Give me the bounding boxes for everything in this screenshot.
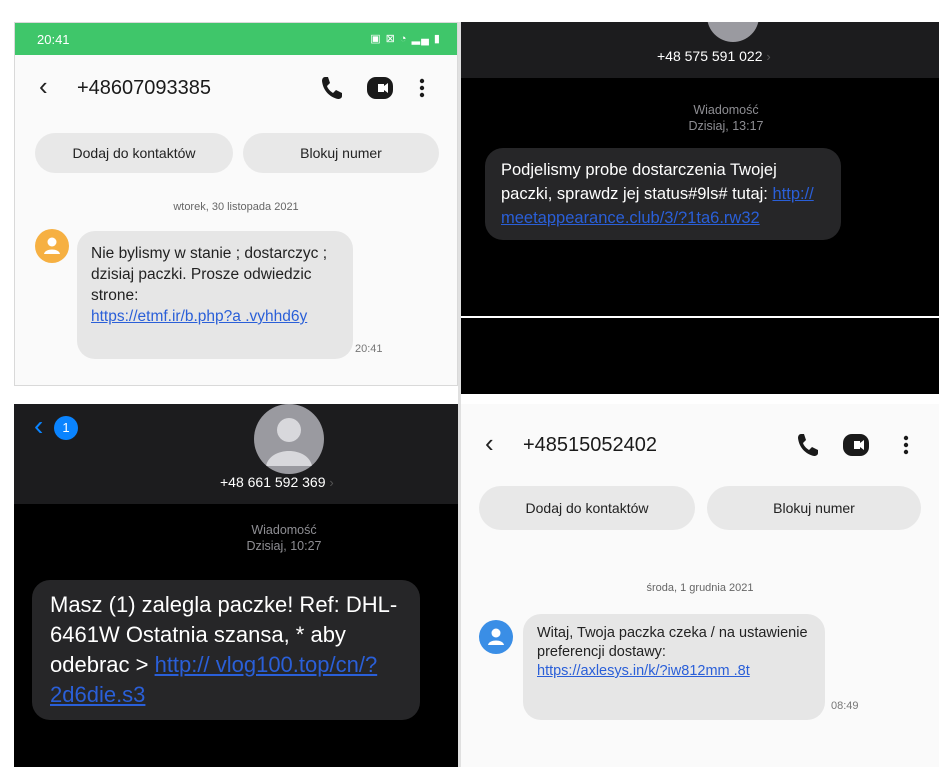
- conversation-header: +48 575 591 022 ›: [461, 22, 939, 78]
- conversation-header: ‹ 1 +48 661 592 369 ›: [14, 404, 458, 504]
- contact-number: +48515052402: [523, 434, 658, 456]
- conversation-header: ‹ +48515052402: [461, 426, 939, 466]
- phone-call-icon[interactable]: [319, 73, 345, 103]
- sender-avatar[interactable]: [35, 229, 69, 263]
- conversation-header: ‹ +48607093385: [15, 69, 457, 109]
- message-bubble[interactable]: Witaj, Twoja paczka czeka / na ustawieni…: [523, 614, 825, 720]
- status-bar: 20:41 ▣ ⊠ ◔ ▂▄ ▮: [15, 23, 457, 55]
- sender-avatar[interactable]: [479, 620, 513, 654]
- message-type-label: Wiadomość: [693, 103, 759, 117]
- message-meta: Wiadomość Dzisiaj, 13:17: [661, 102, 791, 134]
- date-separator: środa, 1 grudnia 2021: [646, 582, 754, 594]
- contact-avatar[interactable]: [254, 404, 324, 474]
- contact-number: +48 575 591 022: [657, 48, 763, 64]
- contact-avatar[interactable]: [707, 22, 759, 42]
- phone-call-icon[interactable]: [795, 430, 821, 460]
- add-to-contacts-button[interactable]: Dodaj do kontaktów: [479, 486, 695, 530]
- back-arrow-icon[interactable]: ‹: [485, 428, 494, 459]
- contact-number: +48 661 592 369: [220, 474, 326, 490]
- video-call-icon[interactable]: [841, 430, 871, 460]
- unread-badge[interactable]: 1: [54, 416, 78, 440]
- message-text: Podjelismy probe dostarczenia Twojej pac…: [501, 161, 777, 203]
- video-call-icon[interactable]: [365, 73, 395, 103]
- date-separator: wtorek, 30 listopada 2021: [173, 201, 299, 213]
- dark-filler: [461, 318, 939, 394]
- chevron-right-icon: ›: [766, 49, 771, 64]
- status-time: 20:41: [37, 32, 70, 47]
- message-link[interactable]: https://etmf.ir/b.php?a .vyhhd6y: [91, 308, 307, 325]
- message-time: 20:41: [355, 343, 383, 355]
- panel-divider-vertical: [458, 22, 461, 767]
- sms-screenshot-samsung-1: 20:41 ▣ ⊠ ◔ ▂▄ ▮ ‹ +48607093385 Dodaj do…: [14, 22, 458, 386]
- sms-screenshot-ios-1: +48 575 591 022 › Wiadomość Dzisiaj, 13:…: [461, 22, 939, 316]
- message-meta: Wiadomość Dzisiaj, 10:27: [224, 522, 344, 554]
- back-chevron-icon[interactable]: ‹: [34, 412, 43, 440]
- person-icon: [44, 237, 60, 254]
- contact-number: +48607093385: [77, 77, 212, 99]
- person-icon: [266, 418, 312, 466]
- status-icons: ▣ ⊠ ◔ ▂▄ ▮: [370, 33, 441, 45]
- contact-number-row[interactable]: +48 661 592 369 ›: [220, 474, 334, 490]
- message-link[interactable]: https://axlesys.in/k/?iw812mm .8t: [537, 663, 750, 679]
- more-options-icon[interactable]: [417, 73, 427, 103]
- block-number-button[interactable]: Blokuj numer: [707, 486, 921, 530]
- message-time: 08:49: [831, 700, 859, 712]
- message-text: Nie bylismy w stanie ; dostarczyc ; dzis…: [91, 245, 328, 304]
- more-options-icon[interactable]: [901, 430, 911, 460]
- sms-screenshot-ios-2: ‹ 1 +48 661 592 369 › Wiadomość Dzisiaj,…: [14, 404, 458, 767]
- message-text: Witaj, Twoja paczka czeka / na ustawieni…: [537, 625, 808, 660]
- back-arrow-icon[interactable]: ‹: [39, 71, 48, 102]
- person-icon: [488, 628, 504, 645]
- message-type-label: Wiadomość: [251, 523, 317, 537]
- contact-number-row[interactable]: +48 575 591 022 ›: [657, 48, 771, 64]
- add-to-contacts-button[interactable]: Dodaj do kontaktów: [35, 133, 233, 173]
- message-bubble[interactable]: Podjelismy probe dostarczenia Twojej pac…: [485, 148, 841, 240]
- message-timestamp: Dzisiaj, 10:27: [246, 539, 322, 553]
- message-bubble[interactable]: Masz (1) zalegla paczke! Ref: DHL-6461W …: [32, 580, 420, 720]
- chevron-right-icon: ›: [329, 475, 334, 490]
- sms-screenshot-samsung-2: ‹ +48515052402 Dodaj do kontaktów Blokuj…: [461, 404, 939, 767]
- block-number-button[interactable]: Blokuj numer: [243, 133, 439, 173]
- message-timestamp: Dzisiaj, 13:17: [688, 119, 764, 133]
- message-bubble[interactable]: Nie bylismy w stanie ; dostarczyc ; dzis…: [77, 231, 353, 359]
